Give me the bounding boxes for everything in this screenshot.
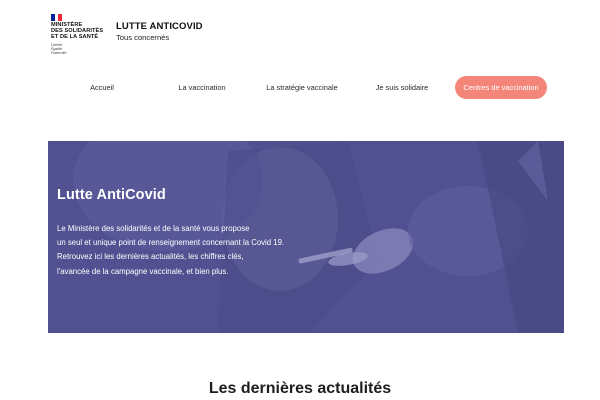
- site-tagline: Tous concernés: [116, 33, 170, 42]
- ministry-logo[interactable]: MINISTÈRE DES SOLIDARITÉS ET DE LA SANTÉ…: [51, 14, 109, 55]
- republic-motto: Liberté Égalité Fraternité: [51, 43, 109, 55]
- french-flag-icon: [51, 14, 63, 21]
- hero-banner: Lutte AntiCovid Le Ministère des solidar…: [48, 141, 564, 333]
- flag-red: [58, 14, 63, 21]
- logo-line: ET DE LA SANTÉ: [51, 34, 99, 40]
- nav-item-accueil[interactable]: Accueil: [72, 78, 132, 98]
- hero-text-line: l'avancée de la campagne vaccinale, et b…: [57, 266, 229, 276]
- hero-title: Lutte AntiCovid: [57, 187, 166, 203]
- site-title[interactable]: LUTTE ANTICOVID: [116, 21, 203, 32]
- news-section-title: Les dernières actualités: [208, 380, 392, 397]
- vaccination-centers-button[interactable]: Centres de vaccination: [455, 76, 547, 99]
- motto-line: Fraternité: [51, 51, 67, 55]
- nav-item-strategie-vaccinale[interactable]: La stratégie vaccinale: [262, 78, 342, 98]
- hero-text-line: un seul et unique point de renseignement…: [57, 238, 285, 248]
- hero-text-line: Retrouvez ici les dernières actualités, …: [57, 252, 244, 262]
- hero-description: Le Ministère des solidarités et de la sa…: [57, 222, 357, 279]
- nav-item-vaccination[interactable]: La vaccination: [167, 78, 237, 98]
- hero-text-line: Le Ministère des solidarités et de la sa…: [57, 224, 250, 233]
- nav-item-je-suis-solidaire[interactable]: Je suis solidaire: [369, 78, 435, 98]
